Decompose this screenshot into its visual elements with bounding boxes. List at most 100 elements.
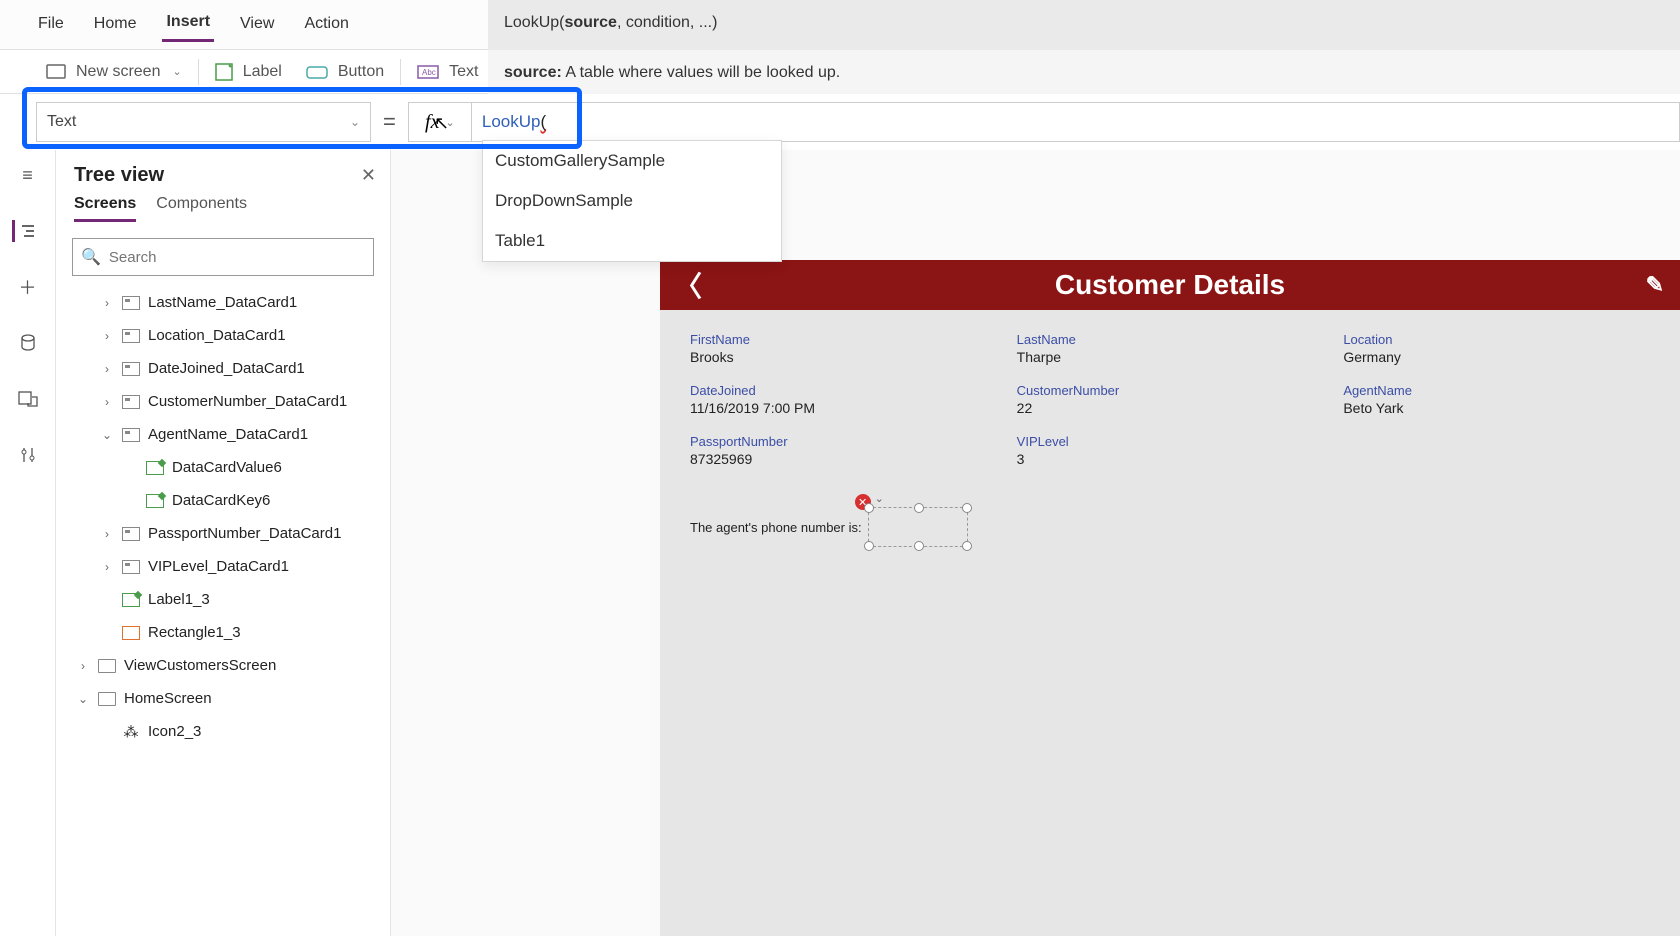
field-value: Tharpe: [1017, 349, 1324, 365]
autocomplete-popup: CustomGallerySample DropDownSample Table…: [482, 140, 782, 262]
close-icon[interactable]: ✕: [361, 165, 376, 186]
field-value: Brooks: [690, 349, 997, 365]
expand-icon[interactable]: ›: [100, 329, 114, 343]
tree-item-label: DataCardValue6: [172, 459, 282, 476]
tree-item[interactable]: › ViewCustomersScreen: [56, 649, 390, 682]
expand-icon[interactable]: ›: [100, 395, 114, 409]
expand-icon[interactable]: ›: [100, 362, 114, 376]
form-field: FirstNameBrooks: [690, 332, 997, 365]
expand-icon[interactable]: ⌄: [76, 692, 90, 706]
field-label: AgentName: [1343, 383, 1650, 398]
tree-item[interactable]: ›CustomerNumber_DataCard1: [56, 385, 390, 418]
tree-search[interactable]: 🔍: [72, 238, 374, 276]
edit-icon[interactable]: ✎: [1646, 272, 1664, 298]
media-icon[interactable]: [17, 388, 39, 410]
form-field: DateJoined11/16/2019 7:00 PM: [690, 383, 997, 416]
equals-sign: =: [383, 109, 396, 135]
tree-view-icon[interactable]: [12, 220, 34, 242]
tree-item[interactable]: Rectangle1_3: [56, 616, 390, 649]
tree-item[interactable]: ⁂Icon2_3: [56, 715, 390, 748]
insert-label-button[interactable]: Label: [203, 57, 294, 87]
tree-item-label: DateJoined_DataCard1: [148, 360, 305, 377]
autocomplete-item[interactable]: Table1: [483, 221, 781, 261]
tab-screens[interactable]: Screens: [74, 195, 136, 222]
tree-item-label: Rectangle1_3: [148, 624, 241, 641]
fx-dropdown[interactable]: fx ⌄: [408, 102, 472, 142]
formula-input[interactable]: LookUp(: [472, 102, 1680, 142]
tree-item-label: VIPLevel_DataCard1: [148, 558, 289, 575]
form-field: PassportNumber 87325969: [690, 434, 997, 467]
expand-icon[interactable]: ›: [100, 527, 114, 541]
field-value: Germany: [1343, 349, 1650, 365]
autocomplete-item[interactable]: CustomGallerySample: [483, 141, 781, 181]
tree-item-label: HomeScreen: [124, 690, 212, 707]
menu-view[interactable]: View: [236, 9, 278, 41]
tree-search-input[interactable]: [109, 249, 365, 266]
autocomplete-item[interactable]: DropDownSample: [483, 181, 781, 221]
form-field: VIPLevel 3: [1017, 434, 1324, 467]
tree-item[interactable]: ›PassportNumber_DataCard1: [56, 517, 390, 550]
back-icon[interactable]: 〈: [674, 265, 702, 305]
field-value: 87325969: [690, 451, 997, 467]
tab-components[interactable]: Components: [156, 195, 247, 222]
button-icon: [306, 64, 328, 80]
settings-icon[interactable]: [17, 444, 39, 466]
tree-item[interactable]: › VIPLevel_DataCard1: [56, 550, 390, 583]
selected-label-control[interactable]: ✕ ⌄: [868, 507, 968, 547]
formula-bar: Text ⌄ = fx ⌄ LookUp(: [0, 94, 1680, 150]
expand-icon[interactable]: ⌄: [100, 428, 114, 442]
chevron-down-icon: ⌄: [350, 115, 360, 129]
tree-item[interactable]: › DateJoined_DataCard1: [56, 352, 390, 385]
field-label: VIPLevel: [1017, 434, 1324, 449]
expand-icon[interactable]: ›: [100, 560, 114, 574]
data-icon[interactable]: [17, 332, 39, 354]
field-value: 3: [1017, 451, 1324, 467]
tree-item-label: Label1_3: [148, 591, 210, 608]
field-value: 22: [1017, 400, 1324, 416]
expand-icon[interactable]: ›: [100, 296, 114, 310]
field-value: Beto Yark: [1343, 400, 1650, 416]
field-label: Location: [1343, 332, 1650, 347]
tree-item[interactable]: ⌄ HomeScreen: [56, 682, 390, 715]
tree-item[interactable]: ⌄ AgentName_DataCard1: [56, 418, 390, 451]
fx-icon: fx: [425, 111, 439, 134]
screen-header: 〈 Customer Details ✎: [660, 260, 1680, 310]
tree-list[interactable]: ›LastName_DataCard1›Location_DataCard1›D…: [56, 286, 390, 936]
separator: [198, 59, 199, 85]
menu-insert[interactable]: Insert: [162, 7, 214, 42]
search-icon: 🔍: [81, 247, 101, 267]
tree-item-label: Icon2_3: [148, 723, 201, 740]
field-label: LastName: [1017, 332, 1324, 347]
field-label: CustomerNumber: [1017, 383, 1324, 398]
tree-item[interactable]: Label1_3: [56, 583, 390, 616]
tree-item-label: AgentName_DataCard1: [148, 426, 308, 443]
property-selector[interactable]: Text ⌄: [36, 102, 371, 142]
separator: [400, 59, 401, 85]
menu-file[interactable]: File: [34, 9, 68, 41]
chevron-down-icon[interactable]: ⌄: [875, 492, 884, 505]
field-value: 11/16/2019 7:00 PM: [690, 400, 997, 416]
canvas[interactable]: 〈 Customer Details ✎ FirstNameBrooks Last…: [391, 150, 1680, 936]
formula-param-description: source: A table where values will be loo…: [488, 50, 1680, 94]
hamburger-icon[interactable]: ≡: [17, 164, 39, 186]
tree-item-label: DataCardKey6: [172, 492, 270, 509]
tree-item[interactable]: DataCardKey6: [56, 484, 390, 517]
tree-item[interactable]: ›Location_DataCard1: [56, 319, 390, 352]
menu-home[interactable]: Home: [90, 9, 141, 41]
chevron-down-icon: ⌄: [445, 116, 454, 129]
details-form: FirstNameBrooks LastName Tharpe Location Ger…: [660, 310, 1680, 936]
tree-item[interactable]: DataCardValue6: [56, 451, 390, 484]
left-rail: ≡ ＋: [0, 150, 56, 936]
tree-item-label: LastName_DataCard1: [148, 294, 297, 311]
label-icon: [215, 63, 233, 81]
menu-action[interactable]: Action: [300, 9, 352, 41]
field-label: PassportNumber: [690, 434, 997, 449]
form-field: CustomerNumber 22: [1017, 383, 1324, 416]
tree-item-label: ViewCustomersScreen: [124, 657, 276, 674]
add-icon[interactable]: ＋: [17, 276, 39, 298]
expand-icon[interactable]: ›: [76, 659, 90, 673]
insert-button-button[interactable]: Button: [294, 57, 396, 87]
new-screen-button[interactable]: New screen ⌄: [34, 57, 194, 87]
tree-item[interactable]: › LastName_DataCard1: [56, 286, 390, 319]
tree-view-panel: Tree view ✕ Screens Components 🔍 ›LastNa…: [56, 150, 391, 936]
